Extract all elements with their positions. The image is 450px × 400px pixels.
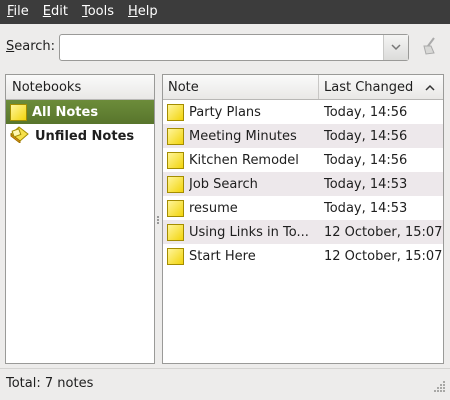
- notebook-label: Unfiled Notes: [35, 128, 135, 144]
- menu-tools[interactable]: Tools: [75, 0, 121, 24]
- table-row[interactable]: Start Here 12 October, 15:07: [163, 244, 443, 268]
- note-last-changed: 12 October, 15:07: [324, 224, 443, 240]
- search-row: Search:: [0, 30, 450, 64]
- note-title: Meeting Minutes: [189, 128, 297, 144]
- chevron-down-icon: [391, 40, 401, 55]
- notes-pane: Note Last Changed Party Plans Today, 14:…: [162, 74, 444, 364]
- column-header-note[interactable]: Note: [163, 75, 319, 99]
- search-combo[interactable]: [59, 34, 409, 61]
- notebooks-pane: Notebooks All Notes Unfiled Notes: [5, 74, 155, 364]
- notebook-item-unfiled-notes[interactable]: Unfiled Notes: [6, 124, 154, 148]
- table-row[interactable]: Job Search Today, 14:53: [163, 172, 443, 196]
- table-row[interactable]: Meeting Minutes Today, 14:56: [163, 124, 443, 148]
- all-notes-icon: [10, 103, 27, 121]
- column-header-last-changed[interactable]: Last Changed: [319, 75, 443, 99]
- note-icon: [167, 199, 184, 217]
- table-row[interactable]: resume Today, 14:53: [163, 196, 443, 220]
- note-title: Start Here: [189, 248, 256, 264]
- menu-edit[interactable]: Edit: [36, 0, 75, 24]
- note-icon: [167, 223, 184, 241]
- menu-file[interactable]: File: [0, 0, 36, 24]
- note-icon: [167, 103, 184, 121]
- note-last-changed: 12 October, 15:07: [324, 248, 443, 264]
- note-last-changed: Today, 14:53: [324, 176, 408, 192]
- note-last-changed: Today, 14:56: [324, 152, 408, 168]
- menu-file-rest: ile: [13, 4, 29, 19]
- note-icon: [167, 127, 184, 145]
- resize-grip-icon[interactable]: [434, 380, 446, 396]
- notes-header: Note Last Changed: [163, 75, 443, 100]
- status-text: Total: 7 notes: [6, 376, 94, 391]
- table-row[interactable]: Using Links in To... 12 October, 15:07: [163, 220, 443, 244]
- clear-search-button[interactable]: [416, 34, 444, 61]
- table-row[interactable]: Party Plans Today, 14:56: [163, 100, 443, 124]
- pane-splitter[interactable]: [156, 215, 160, 225]
- notebook-label: All Notes: [32, 104, 99, 120]
- column-header-last-changed-label: Last Changed: [324, 80, 414, 95]
- search-input[interactable]: [60, 35, 383, 60]
- note-title: Job Search: [189, 176, 258, 192]
- notebooks-header[interactable]: Notebooks: [6, 75, 154, 100]
- note-title: resume: [189, 200, 238, 216]
- search-history-button[interactable]: [383, 35, 408, 60]
- note-last-changed: Today, 14:53: [324, 200, 408, 216]
- note-icon: [167, 151, 184, 169]
- note-icon: [167, 247, 184, 265]
- note-title: Party Plans: [189, 104, 261, 120]
- sort-ascending-icon: [425, 75, 435, 100]
- menu-bar: File Edit Tools Help: [0, 0, 450, 24]
- search-label: Search:: [6, 39, 56, 54]
- note-last-changed: Today, 14:56: [324, 104, 408, 120]
- note-title: Kitchen Remodel: [189, 152, 299, 168]
- note-last-changed: Today, 14:56: [324, 128, 408, 144]
- status-bar: Total: 7 notes: [0, 368, 450, 400]
- menu-help[interactable]: Help: [121, 0, 165, 24]
- unfiled-notes-icon: [10, 125, 30, 147]
- note-icon: [167, 175, 184, 193]
- notebook-item-all-notes[interactable]: All Notes: [6, 100, 154, 124]
- note-title: Using Links in To...: [189, 224, 309, 240]
- broom-icon: [419, 35, 441, 61]
- table-row[interactable]: Kitchen Remodel Today, 14:56: [163, 148, 443, 172]
